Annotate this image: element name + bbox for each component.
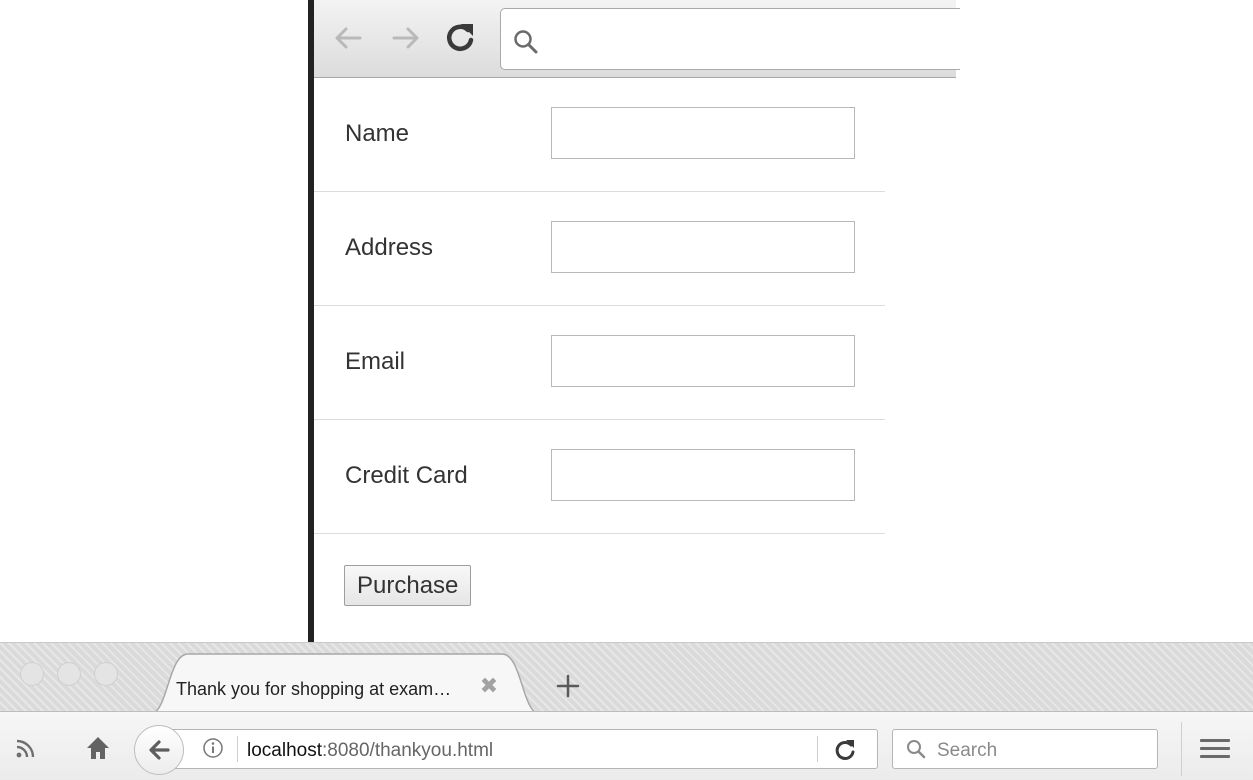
window-zoom-dot[interactable] <box>94 662 118 686</box>
rss-icon[interactable] <box>14 738 36 760</box>
forward-arrow-icon[interactable] <box>386 18 426 58</box>
navigation-toolbar: localhost:8080/thankyou.html Search <box>0 711 1253 780</box>
form-row-email: Email <box>314 306 885 420</box>
window-minimize-dot[interactable] <box>57 662 81 686</box>
name-label: Name <box>345 120 410 147</box>
url-divider <box>237 736 238 762</box>
tab-close-icon[interactable]: ✖ <box>477 674 501 698</box>
back-arrow-icon <box>149 740 170 760</box>
submit-area: Purchase <box>314 534 885 624</box>
checkout-form: Name Address Email Credit Card Purchase <box>314 78 885 624</box>
window-close-dot[interactable] <box>20 662 44 686</box>
address-label: Address <box>345 234 434 261</box>
back-arrow-icon[interactable] <box>328 18 368 58</box>
url-path: :8080/thankyou.html <box>322 740 494 761</box>
url-host: localhost <box>247 740 322 761</box>
tab-active[interactable]: Thank you for shopping at exam… ✖ <box>150 653 540 715</box>
search-icon <box>514 30 538 54</box>
browser-chrome: Thank you for shopping at exam… ✖ localh… <box>0 642 1253 780</box>
url-text[interactable]: localhost:8080/thankyou.html <box>247 740 493 762</box>
name-input[interactable] <box>551 107 855 159</box>
form-row-name: Name <box>314 78 885 192</box>
new-tab-icon[interactable] <box>555 673 581 699</box>
purchase-button[interactable]: Purchase <box>344 565 472 606</box>
url-divider <box>817 736 818 762</box>
form-row-address: Address <box>314 192 885 306</box>
top-url-bar[interactable] <box>500 8 960 70</box>
search-icon <box>907 740 926 759</box>
address-input[interactable] <box>551 221 855 273</box>
reload-icon[interactable] <box>832 737 858 763</box>
search-input[interactable]: Search <box>892 729 1158 769</box>
toolbar-divider <box>1181 722 1182 776</box>
search-placeholder: Search <box>937 740 998 761</box>
form-row-credit-card: Credit Card <box>314 420 885 534</box>
tab-title: Thank you for shopping at exam… <box>176 679 452 699</box>
reload-icon[interactable] <box>440 18 480 58</box>
email-input[interactable] <box>551 335 855 387</box>
home-icon[interactable] <box>84 734 112 762</box>
credit-card-label: Credit Card <box>345 462 468 489</box>
email-label: Email <box>345 348 406 375</box>
credit-card-input[interactable] <box>551 449 855 501</box>
info-icon[interactable] <box>202 737 224 759</box>
menu-icon[interactable] <box>1200 739 1230 759</box>
